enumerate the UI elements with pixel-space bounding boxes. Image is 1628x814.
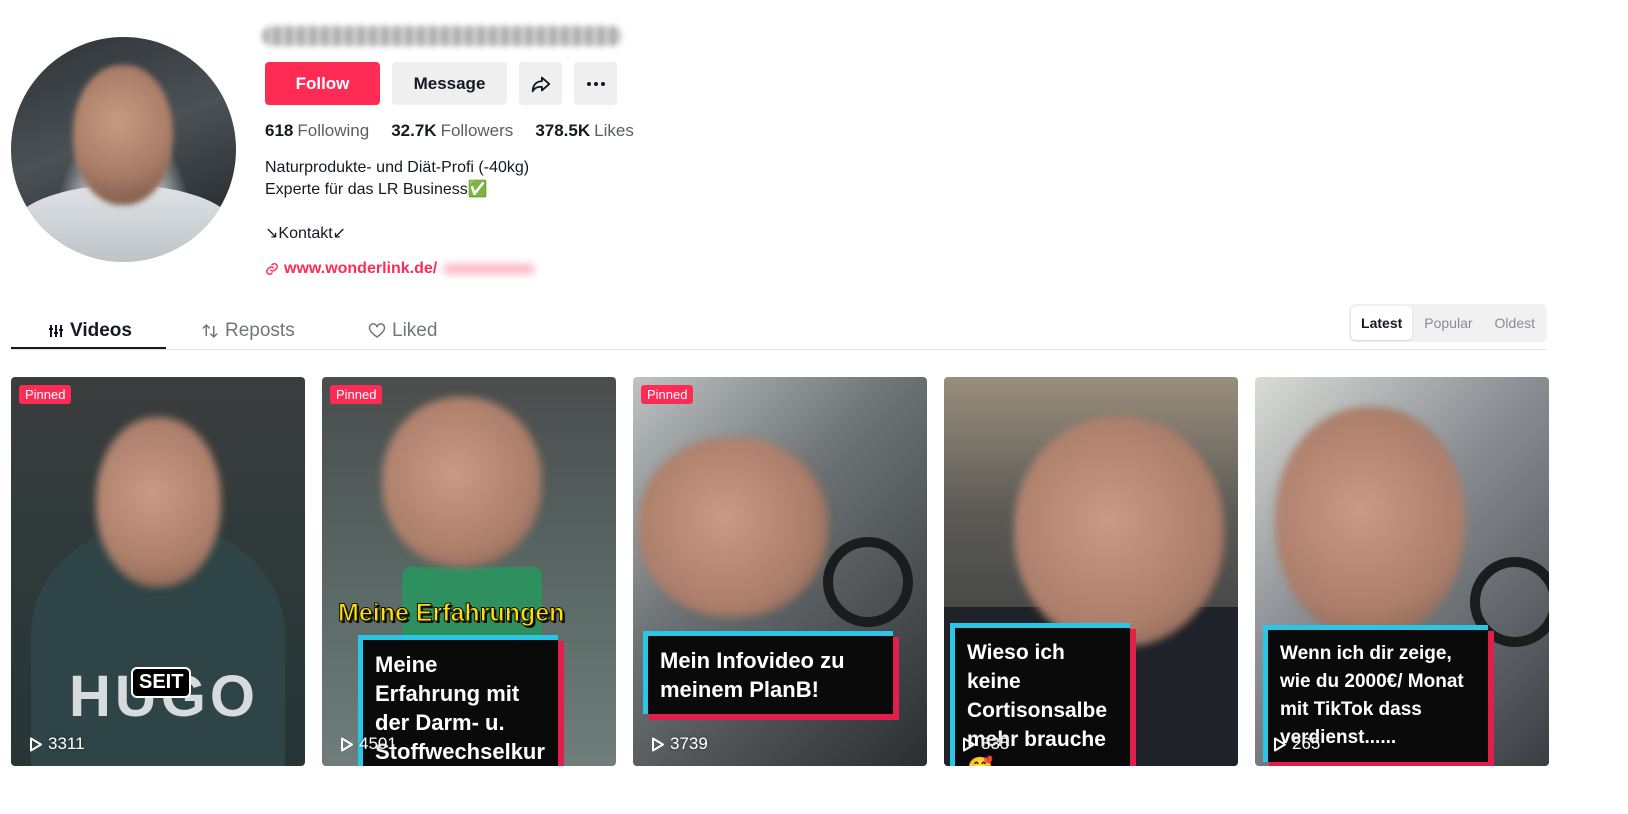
message-button[interactable]: Message <box>392 62 507 105</box>
following-label: Following <box>297 121 370 140</box>
sort-latest[interactable]: Latest <box>1351 306 1413 340</box>
share-icon <box>531 76 550 92</box>
stat-likes: 378.5K Likes <box>535 121 634 141</box>
view-count-value: 3311 <box>48 734 85 753</box>
view-count: 265 <box>1273 734 1320 754</box>
view-count: 335 <box>962 734 1009 754</box>
sort-popular[interactable]: Popular <box>1414 306 1482 340</box>
grid-lines-icon <box>49 325 63 337</box>
tab-liked[interactable]: Liked <box>368 312 437 350</box>
stat-following[interactable]: 618 Following <box>265 121 369 141</box>
active-tab-indicator <box>11 347 166 349</box>
video-card[interactable]: HUGO SEIT Pinned 3311 <box>11 377 305 766</box>
play-icon <box>652 737 664 751</box>
tab-reposts[interactable]: Reposts <box>201 312 295 350</box>
username-redacted <box>262 26 622 46</box>
heart-icon <box>368 323 386 338</box>
follow-button[interactable]: Follow <box>265 62 380 105</box>
sort-oldest[interactable]: Oldest <box>1485 306 1545 340</box>
view-count-value: 335 <box>981 734 1010 753</box>
link-icon <box>266 263 278 275</box>
video-card[interactable]: Mein Infovideo zu meinem PlanB! Pinned 3… <box>633 377 927 766</box>
sort-toggle: Latest Popular Oldest <box>1349 304 1547 342</box>
view-count: 4501 <box>340 734 397 754</box>
tab-videos[interactable]: Videos <box>48 312 132 350</box>
play-icon <box>1274 737 1286 751</box>
followers-count: 32.7K <box>391 121 437 140</box>
play-icon <box>341 737 353 751</box>
tab-videos-label: Videos <box>70 320 132 341</box>
profile-link-text: www.wonderlink.de/ <box>284 260 438 277</box>
tab-liked-label: Liked <box>392 320 438 341</box>
video-overlay-text: Meine Erfahrungen <box>337 599 565 628</box>
play-icon <box>963 737 975 751</box>
pinned-badge: Pinned <box>641 385 694 404</box>
profile-bio: Naturprodukte- und Diät-Profi (-40kg) Ex… <box>265 159 530 242</box>
view-count-value: 265 <box>1292 734 1321 753</box>
repost-icon <box>202 324 218 338</box>
video-caption: Mein Infovideo zu meinem PlanB! <box>643 631 893 714</box>
link-redacted <box>444 264 535 274</box>
pinned-badge: Pinned <box>19 385 72 404</box>
video-card[interactable]: Meine Erfahrungen Meine Erfahrung mit de… <box>322 377 616 766</box>
play-icon <box>30 737 42 751</box>
more-dots-icon <box>586 81 605 86</box>
video-grid: HUGO SEIT Pinned 3311 Meine Erfahrungen … <box>11 377 1549 766</box>
video-overlay-text: SEIT <box>131 667 192 698</box>
share-button[interactable] <box>519 62 562 105</box>
followers-label: Followers <box>440 121 514 140</box>
view-count-value: 3739 <box>670 734 708 753</box>
stat-followers[interactable]: 32.7K Followers <box>391 121 513 141</box>
profile-avatar[interactable] <box>11 37 236 262</box>
likes-count: 378.5K <box>535 121 591 140</box>
profile-tabs: Videos Reposts Liked Latest Popular Olde… <box>11 304 1547 350</box>
profile-actions: Follow Message <box>265 62 617 105</box>
profile-link[interactable]: www.wonderlink.de/ <box>265 260 535 278</box>
tab-reposts-label: Reposts <box>225 320 295 341</box>
profile-stats: 618 Following 32.7K Followers 378.5K Likes <box>265 121 634 141</box>
more-options-button[interactable] <box>574 62 617 105</box>
video-card[interactable]: Wieso ich keine Cortisonsalbe mehr brauc… <box>944 377 1238 766</box>
likes-label: Likes <box>594 121 634 140</box>
view-count: 3739 <box>651 734 708 754</box>
view-count: 3311 <box>29 734 85 754</box>
video-card[interactable]: Wenn ich dir zeige, wie du 2000€/ Monat … <box>1255 377 1549 766</box>
pinned-badge: Pinned <box>330 385 383 404</box>
view-count-value: 4501 <box>359 734 397 753</box>
following-count: 618 <box>265 121 294 140</box>
